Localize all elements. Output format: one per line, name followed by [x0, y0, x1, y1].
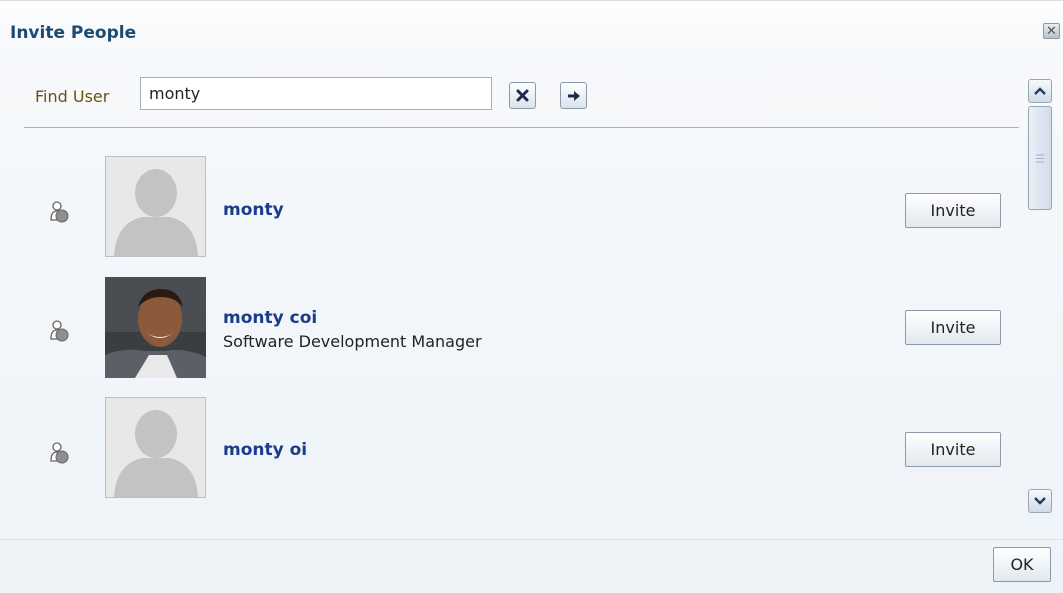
chevron-up-icon	[1034, 87, 1046, 95]
user-name-link[interactable]: monty	[223, 200, 284, 220]
grip-icon	[1036, 154, 1044, 162]
invite-people-dialog: Invite People ✕ Find User monty monty In…	[0, 0, 1063, 593]
user-job-title: Software Development Manager	[223, 332, 482, 351]
presence-offline-icon	[50, 320, 69, 342]
scroll-up-button[interactable]	[1028, 79, 1052, 103]
ok-button[interactable]: OK	[993, 547, 1051, 582]
search-divider	[24, 127, 1019, 128]
list-item: monty Invite	[24, 156, 1019, 257]
find-user-input[interactable]	[140, 77, 492, 110]
placeholder-silhouette	[106, 398, 205, 497]
presence-offline-icon	[50, 201, 69, 223]
invite-button[interactable]: Invite	[905, 432, 1001, 467]
chevron-down-icon	[1034, 497, 1046, 505]
invite-button[interactable]: Invite	[905, 193, 1001, 228]
avatar	[105, 277, 206, 378]
scroll-thumb[interactable]	[1028, 106, 1052, 210]
clear-search-button[interactable]	[509, 82, 536, 109]
close-icon[interactable]: ✕	[1043, 23, 1060, 39]
clear-x-icon	[516, 89, 529, 102]
footer-divider	[0, 539, 1063, 540]
arrow-right-icon	[567, 90, 580, 101]
scroll-down-button[interactable]	[1028, 489, 1052, 513]
presence-offline-icon	[50, 442, 69, 464]
placeholder-silhouette	[106, 157, 205, 256]
invite-button[interactable]: Invite	[905, 310, 1001, 345]
list-item: monty oi Invite	[24, 397, 1019, 498]
list-item: monty coi Software Development Manager I…	[24, 277, 1019, 378]
results-scrollbar[interactable]	[1025, 72, 1056, 522]
user-name-link[interactable]: monty coi	[223, 308, 317, 328]
avatar	[105, 397, 206, 498]
avatar	[105, 156, 206, 257]
search-go-button[interactable]	[560, 82, 587, 109]
user-name-link[interactable]: monty oi	[223, 440, 307, 460]
user-photo	[105, 277, 206, 378]
dialog-title: Invite People	[10, 23, 137, 43]
find-user-label: Find User	[35, 87, 110, 106]
results-list: monty Invite monty coi Software Developm…	[24, 129, 1019, 509]
